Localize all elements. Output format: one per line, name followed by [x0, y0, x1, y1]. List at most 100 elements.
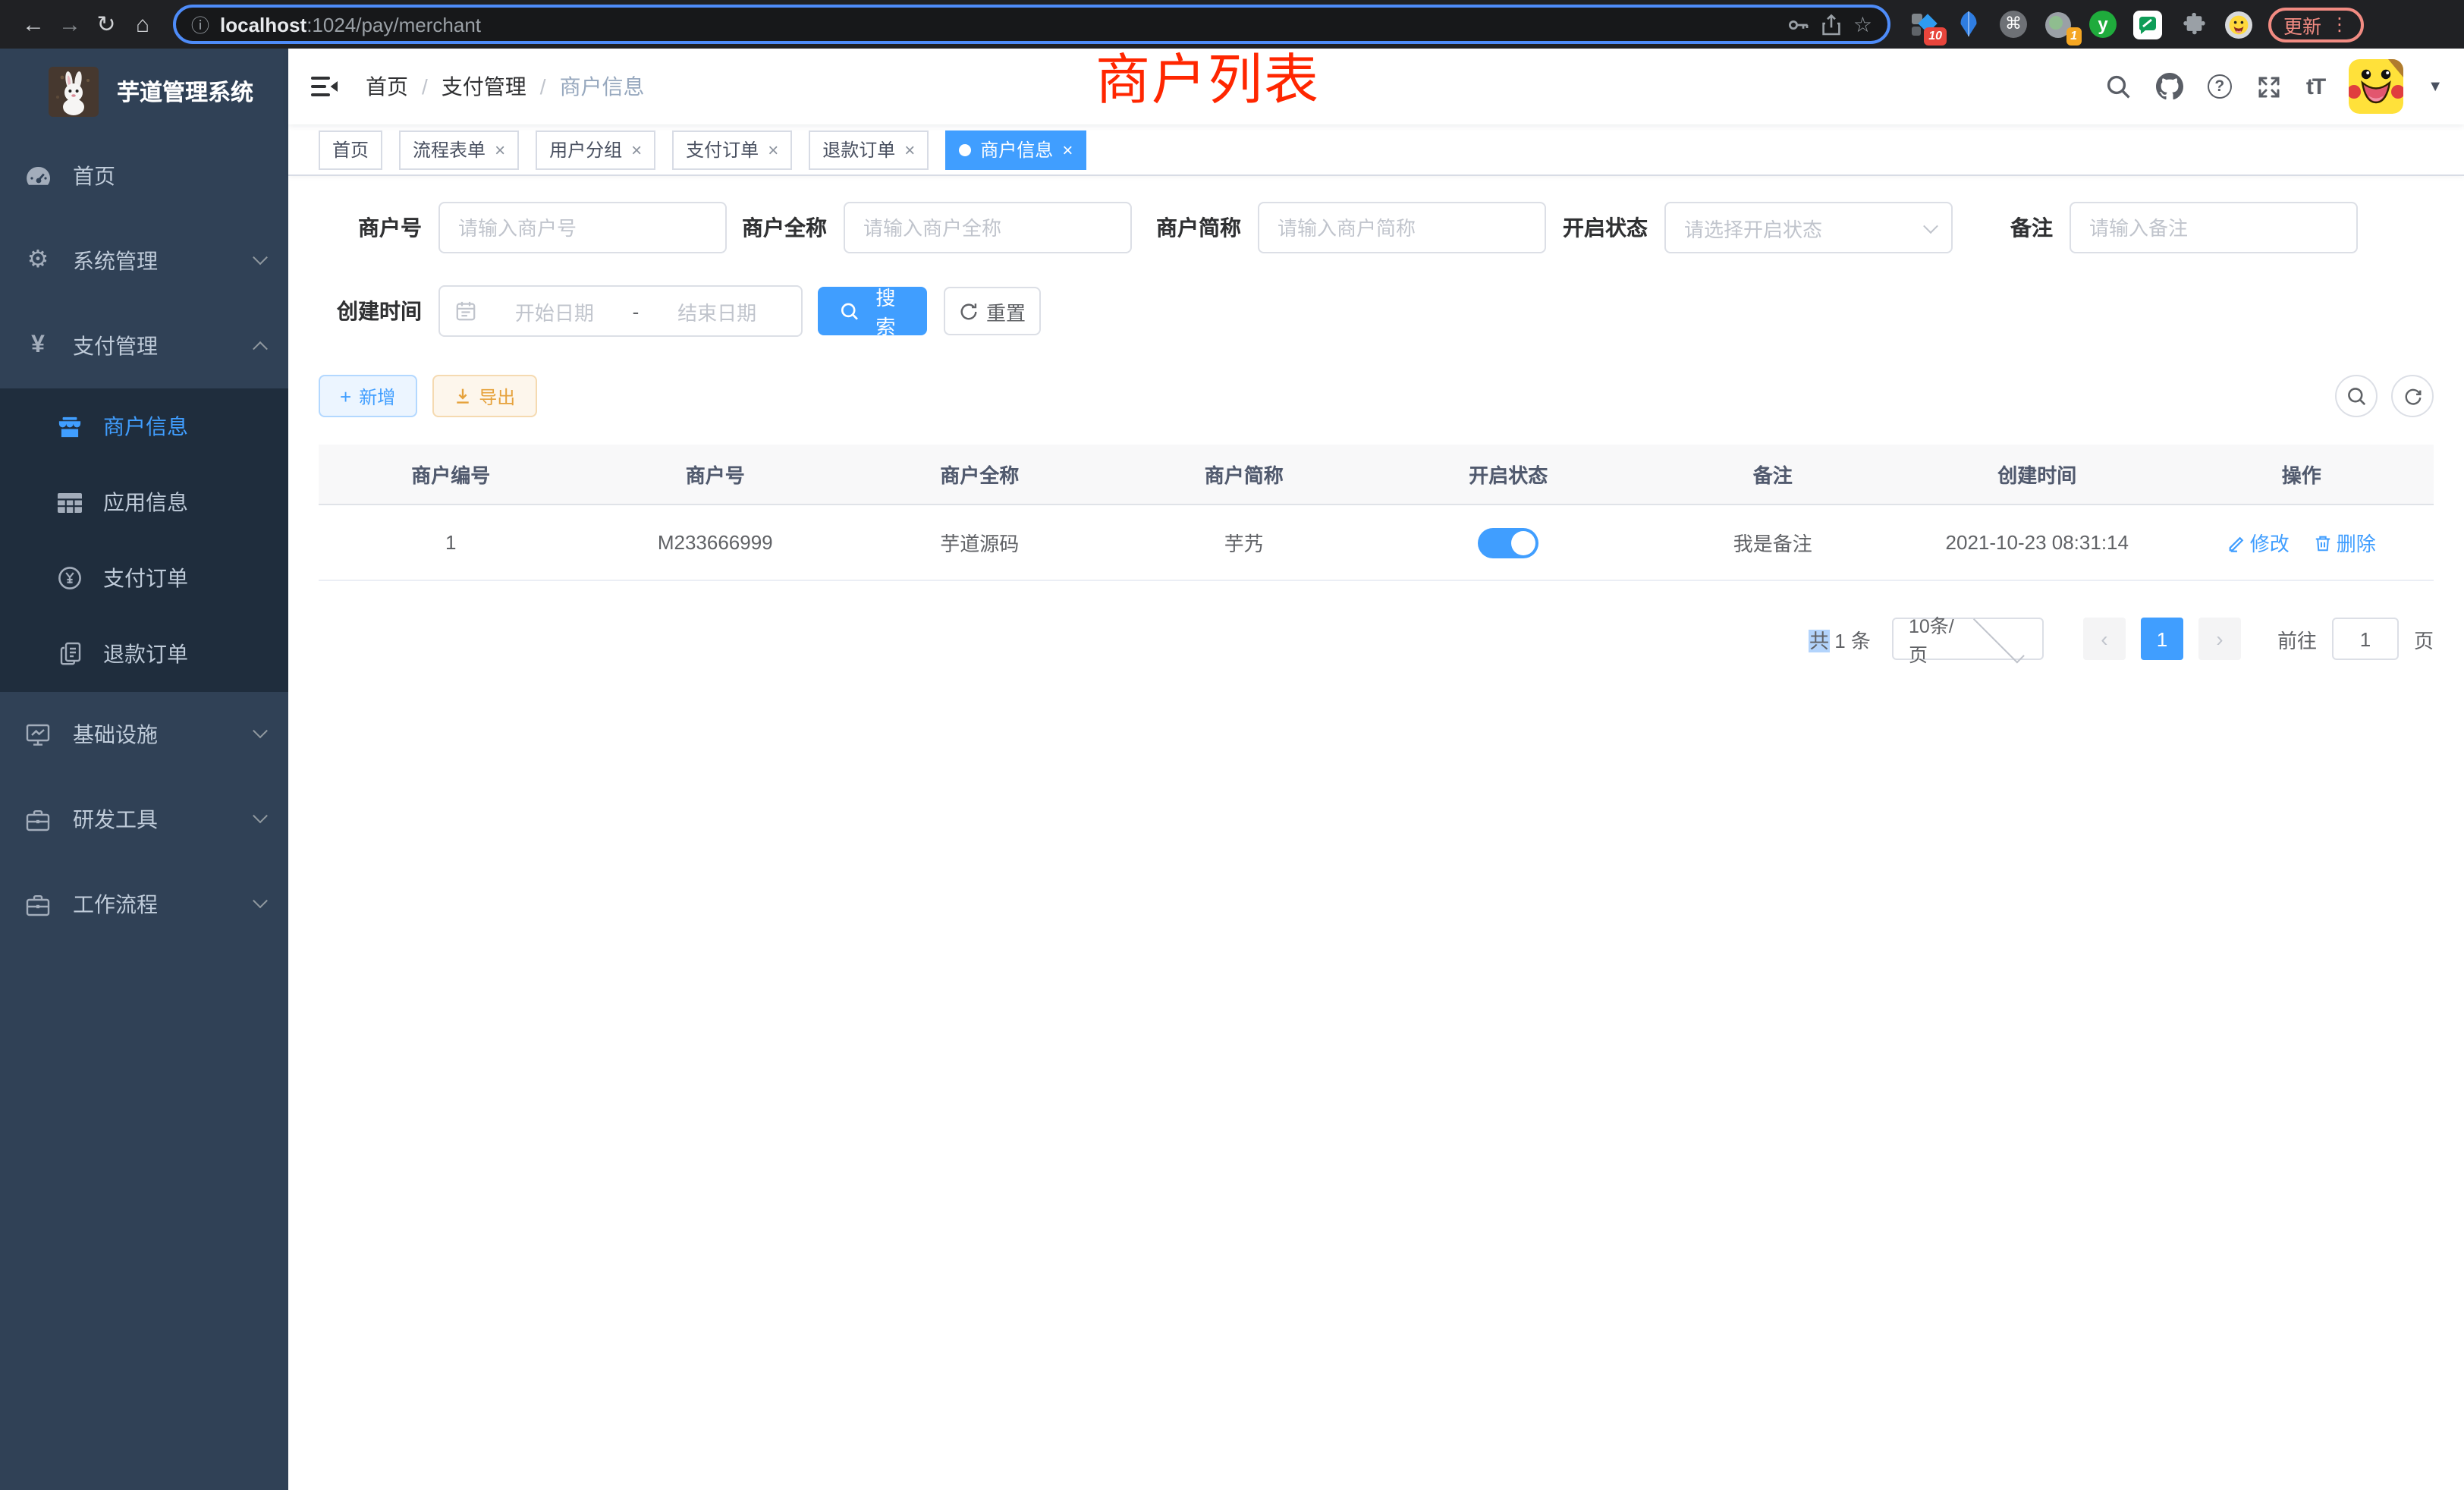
tab-home[interactable]: 首页: [319, 130, 382, 169]
breadcrumb-pay[interactable]: 支付管理: [442, 71, 526, 102]
sidebar-item-refund-order[interactable]: 退款订单: [0, 616, 288, 692]
user-avatar[interactable]: [2349, 59, 2403, 114]
goto-page-input[interactable]: [2332, 618, 2399, 660]
back-icon[interactable]: ←: [15, 6, 52, 42]
app-logo[interactable]: 芋道管理系统: [0, 49, 288, 134]
toggle-search-icon[interactable]: [2335, 375, 2378, 417]
sidebar-item-infrastructure[interactable]: 基础设施: [0, 692, 288, 777]
sidebar-item-merchant-info[interactable]: 商户信息: [0, 388, 288, 464]
search-button[interactable]: 搜索: [818, 287, 927, 335]
bookmark-star-icon[interactable]: ☆: [1853, 11, 1872, 37]
chevron-down-icon: [253, 722, 268, 737]
status-select[interactable]: 请选择开启状态: [1664, 202, 1953, 253]
sidebar-item-devtools[interactable]: 研发工具: [0, 777, 288, 862]
status-switch[interactable]: [1478, 527, 1538, 558]
tab-process-form[interactable]: 流程表单×: [399, 130, 519, 169]
address-bar[interactable]: ⓘ localhost:1024/pay/merchant ☆: [173, 5, 1890, 44]
reset-button[interactable]: 重置: [944, 287, 1041, 335]
refresh-icon[interactable]: [2391, 375, 2434, 417]
chrome-update-button[interactable]: 更新 ⋮: [2268, 7, 2364, 42]
extension-recorder-icon[interactable]: 1: [2044, 10, 2073, 39]
delete-link[interactable]: 删除: [2314, 528, 2376, 557]
extensions-puzzle-icon[interactable]: [2179, 10, 2208, 39]
cell-operations: 修改 删除: [2170, 528, 2434, 557]
tab-label: 支付订单: [686, 137, 759, 162]
date-separator: -: [633, 300, 640, 322]
date-start-placeholder: 开始日期: [486, 297, 624, 325]
next-page-icon[interactable]: ›: [2198, 618, 2241, 660]
tab-pay-order[interactable]: 支付订单 ×: [672, 130, 792, 169]
tab-user-group[interactable]: 用户分组×: [536, 130, 655, 169]
add-button[interactable]: + 新增: [319, 375, 416, 417]
close-icon[interactable]: ×: [904, 140, 915, 159]
column-header: 商户号: [583, 460, 848, 489]
table-toolbar: + 新增 导出: [319, 375, 2434, 417]
share-icon[interactable]: [1821, 13, 1843, 36]
page-number[interactable]: 1: [2141, 618, 2183, 660]
breadcrumb-home[interactable]: 首页: [366, 71, 408, 102]
delete-label: 删除: [2337, 528, 2376, 557]
chevron-down-icon: [1923, 218, 1938, 233]
sidebar-item-pay-order[interactable]: 支付订单: [0, 540, 288, 616]
sidebar-collapse-icon[interactable]: [311, 74, 338, 99]
extension-y-icon[interactable]: y: [2089, 11, 2117, 38]
extension-kite-icon[interactable]: [1954, 10, 1983, 39]
logo-image: [49, 66, 99, 116]
edit-link[interactable]: 修改: [2227, 528, 2290, 557]
caret-down-icon[interactable]: ▼: [2428, 78, 2443, 95]
tab-refund-order[interactable]: 退款订单×: [809, 130, 929, 169]
home-icon[interactable]: ⌂: [124, 6, 161, 42]
column-header: 开启状态: [1376, 460, 1641, 489]
question-glyph: ?: [2214, 77, 2224, 96]
dashboard-icon: [24, 165, 52, 187]
merchant-no-input[interactable]: [438, 202, 727, 253]
active-dot: [959, 143, 971, 156]
reload-icon[interactable]: ↻: [88, 6, 124, 42]
field-label: 商户简称: [1156, 212, 1241, 243]
password-key-icon[interactable]: [1788, 13, 1811, 36]
profile-avatar-icon[interactable]: [2224, 10, 2253, 39]
close-icon[interactable]: ×: [495, 140, 505, 159]
sidebar-item-workflow[interactable]: 工作流程: [0, 862, 288, 947]
search-icon[interactable]: [2106, 74, 2132, 99]
full-name-input[interactable]: [844, 202, 1132, 253]
url-text: localhost:1024/pay/merchant: [220, 13, 1777, 36]
github-icon[interactable]: [2156, 73, 2183, 100]
close-icon[interactable]: ×: [1062, 140, 1073, 159]
forward-icon[interactable]: →: [52, 6, 88, 42]
help-icon[interactable]: ?: [2208, 74, 2232, 99]
tab-merchant-info[interactable]: 商户信息×: [945, 130, 1086, 169]
browser-menu-icon[interactable]: ⋮: [2330, 14, 2349, 35]
sidebar-item-label: 研发工具: [73, 804, 255, 835]
sidebar-item-system[interactable]: ⚙ 系统管理: [0, 218, 288, 303]
yen-icon: ¥: [24, 334, 52, 358]
pagination-total-selected: 共: [1809, 629, 1829, 652]
close-icon[interactable]: ×: [631, 140, 642, 159]
extension-apps-icon[interactable]: 10: [1909, 10, 1938, 39]
font-size-icon[interactable]: tT: [2306, 74, 2324, 99]
remark-input[interactable]: [2070, 202, 2358, 253]
site-info-icon[interactable]: ⓘ: [191, 11, 209, 37]
field-label: 商户号: [319, 212, 422, 243]
cell-merchant-id: 1: [319, 531, 583, 554]
tab-label: 首页: [332, 137, 369, 162]
extension-chat-icon[interactable]: [2133, 10, 2162, 39]
navbar: 首页 / 支付管理 / 商户信息 ?: [288, 49, 2464, 124]
shop-icon: [58, 415, 82, 438]
form-item-merchant-no: 商户号: [319, 202, 727, 253]
page-size-select[interactable]: 10条/页: [1892, 618, 2044, 660]
sidebar-item-home[interactable]: 首页: [0, 134, 288, 218]
date-range-picker[interactable]: 开始日期 - 结束日期: [438, 285, 803, 337]
sidebar-item-app-info[interactable]: 应用信息: [0, 464, 288, 540]
close-icon[interactable]: ×: [768, 140, 778, 159]
extension-command-icon[interactable]: ⌘: [2000, 11, 2027, 38]
export-button[interactable]: 导出: [432, 375, 536, 417]
sidebar-item-pay[interactable]: ¥ 支付管理: [0, 303, 288, 388]
page-unit-label: 页: [2414, 624, 2434, 653]
fullscreen-icon[interactable]: [2256, 74, 2282, 99]
prev-page-icon[interactable]: ‹: [2083, 618, 2126, 660]
extension-badge: 10: [1924, 27, 1947, 45]
short-name-input[interactable]: [1258, 202, 1546, 253]
sidebar-item-label: 支付订单: [103, 563, 188, 593]
cell-remark: 我是备注: [1641, 528, 1906, 557]
